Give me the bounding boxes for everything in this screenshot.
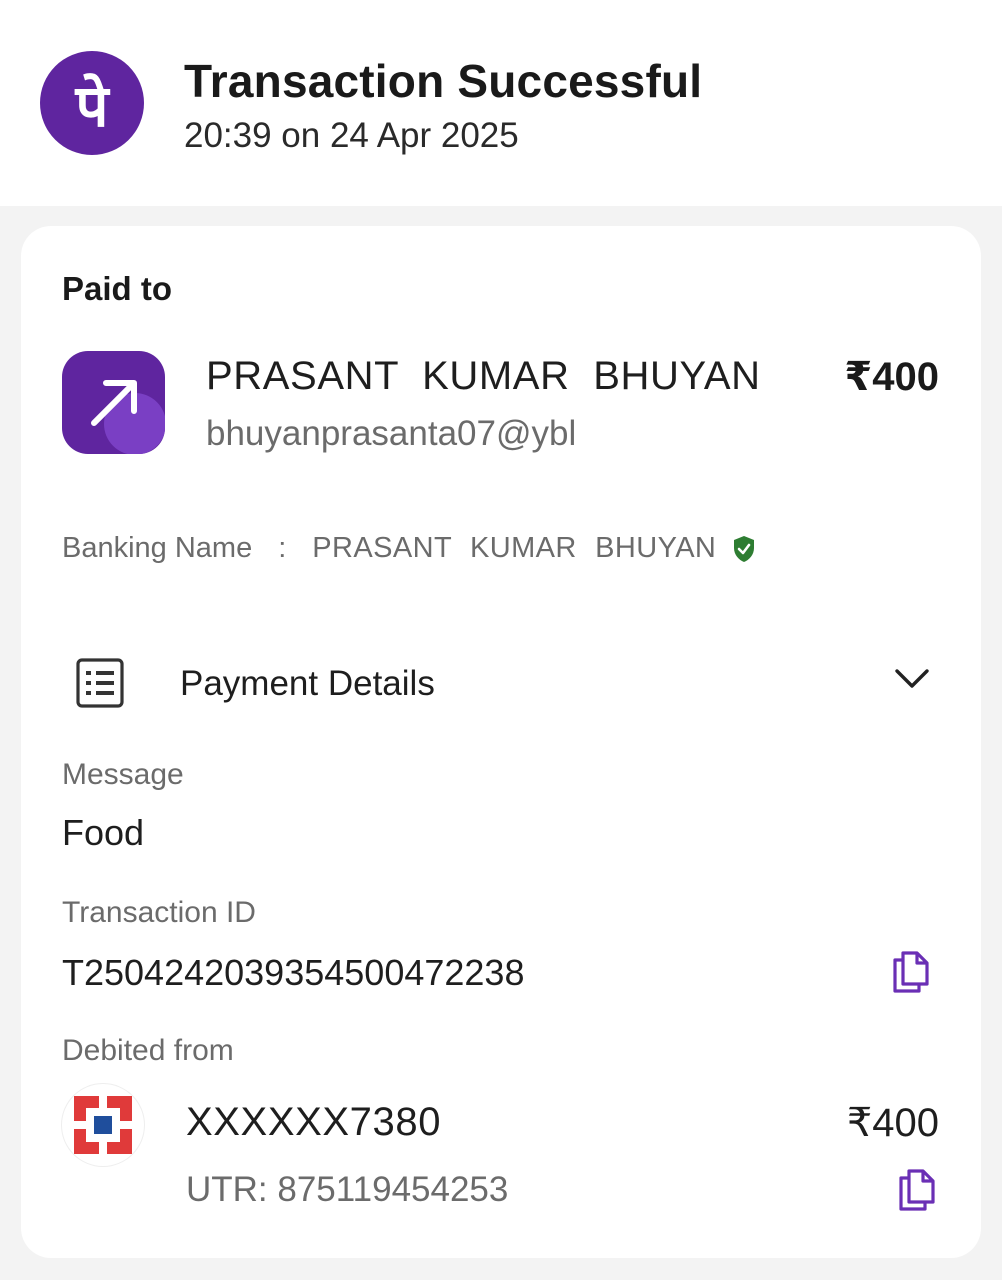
copy-utr-icon[interactable]: [897, 1168, 937, 1217]
message-label: Message: [62, 758, 184, 791]
page-title: Transaction Successful: [184, 55, 703, 107]
phonepe-logo: पे: [40, 51, 144, 155]
debit-account-number: XXXXXX7380: [186, 1100, 442, 1144]
debited-amount: ₹400: [846, 1101, 939, 1145]
receipt-list-icon: [76, 658, 124, 713]
verified-shield-icon: [732, 535, 756, 563]
banking-name-label: Banking Name: [62, 532, 253, 564]
banking-name-separator: :: [278, 532, 287, 564]
chevron-down-icon[interactable]: [894, 668, 930, 695]
arrow-up-right-icon: [62, 351, 165, 454]
header: पे Transaction Successful 20:39 on 24 Ap…: [0, 0, 1002, 206]
message-value: Food: [62, 812, 145, 853]
utr-number: UTR: 875119454253: [186, 1170, 509, 1209]
paid-to-label: Paid to: [62, 270, 173, 307]
debited-from-label: Debited from: [62, 1034, 234, 1067]
hdfc-bank-logo-icon: [62, 1084, 144, 1166]
copy-icon[interactable]: [891, 950, 931, 999]
payment-details-label: Payment Details: [180, 664, 435, 703]
transaction-id-value: T2504242039354500472238: [62, 952, 525, 993]
payee-name: PRASANT KUMAR BHUYAN: [206, 354, 761, 398]
banking-name-value: PRASANT KUMAR BHUYAN: [312, 532, 717, 564]
transaction-card: Paid to PRASANT KUMAR BHUYAN bhuyanprasa…: [21, 226, 981, 1258]
logo-glyph: पे: [75, 71, 109, 140]
banking-name-row: Banking Name : PRASANT KUMAR BHUYAN: [62, 532, 756, 565]
payee-upi-id: bhuyanprasanta07@ybl: [206, 414, 577, 453]
transaction-id-label: Transaction ID: [62, 896, 256, 929]
transaction-datetime: 20:39 on 24 Apr 2025: [184, 116, 519, 155]
payee-amount: ₹400: [844, 355, 939, 399]
payment-details-toggle[interactable]: Payment Details: [62, 646, 940, 726]
